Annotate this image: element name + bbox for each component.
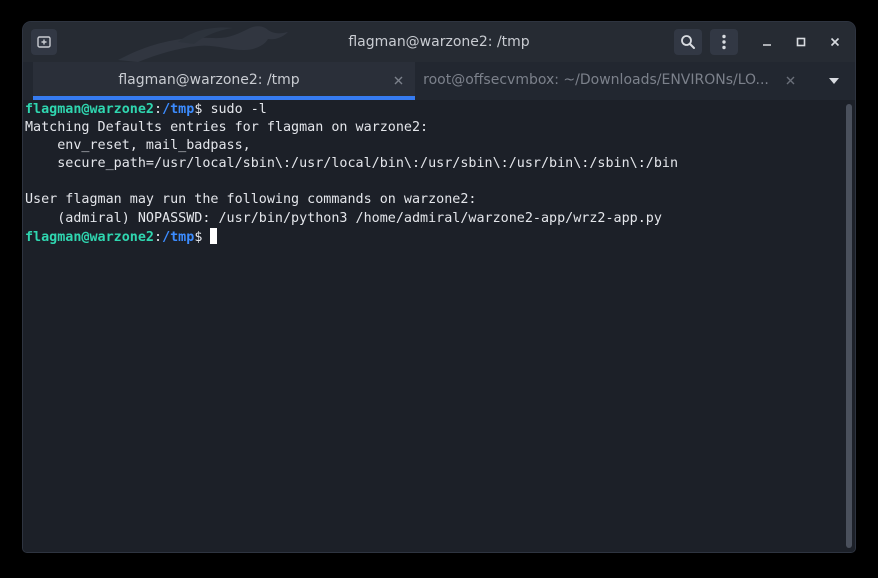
prompt-user-host: flagman@warzone2 bbox=[25, 102, 154, 117]
menu-button[interactable] bbox=[710, 29, 738, 55]
prompt-colon: : bbox=[154, 102, 163, 117]
scrollbar-thumb[interactable] bbox=[846, 104, 852, 548]
output-line: env_reset, mail_badpass, bbox=[25, 138, 251, 154]
maximize-button[interactable] bbox=[787, 29, 815, 55]
tab-label: root@offsecvmbox: ~/Downloads/ENVIRONs/L… bbox=[423, 72, 769, 88]
text-cursor bbox=[210, 227, 218, 244]
prompt-path: /tmp bbox=[162, 229, 195, 245]
output-line: Matching Defaults entries for flagman on… bbox=[25, 120, 429, 136]
title-bar[interactable]: flagman@warzone2: /tmp bbox=[23, 22, 855, 62]
tab-bar: flagman@warzone2: /tmp root@offsecvmbox:… bbox=[23, 62, 855, 100]
terminal-window: flagman@warzone2: /tmp flagman@warzone2:… bbox=[23, 22, 855, 552]
tab-close-button[interactable] bbox=[783, 73, 797, 87]
scrollbar[interactable] bbox=[843, 100, 855, 552]
prompt-line: flagman@warzone2:/tmp$ sudo -l bbox=[25, 101, 678, 119]
close-icon bbox=[830, 37, 840, 47]
maximize-icon bbox=[796, 37, 806, 47]
minimize-button[interactable] bbox=[753, 29, 781, 55]
close-button[interactable] bbox=[821, 29, 849, 55]
tab-close-button[interactable] bbox=[391, 73, 405, 87]
kebab-menu-icon bbox=[722, 34, 726, 50]
tab-flagman[interactable]: flagman@warzone2: /tmp bbox=[33, 62, 415, 100]
chevron-down-icon bbox=[829, 78, 839, 84]
output-line: secure_path=/usr/local/sbin\:/usr/local/… bbox=[25, 156, 679, 172]
tab-root[interactable]: root@offsecvmbox: ~/Downloads/ENVIRONs/L… bbox=[415, 62, 807, 100]
close-icon bbox=[786, 76, 794, 84]
minimize-icon bbox=[763, 44, 771, 46]
prompt-symbol: $ bbox=[194, 102, 211, 117]
close-icon bbox=[394, 76, 402, 84]
prompt-symbol: $ bbox=[194, 229, 211, 245]
prompt-path: /tmp bbox=[162, 102, 195, 117]
search-button[interactable] bbox=[674, 29, 702, 55]
terminal-output[interactable]: flagman@warzone2:/tmp$ sudo -l Matching D… bbox=[23, 100, 843, 552]
tab-list-button[interactable] bbox=[823, 72, 845, 90]
prompt-user-host: flagman@warzone2 bbox=[25, 229, 154, 245]
command-text: sudo -l bbox=[210, 102, 267, 117]
prompt-colon: : bbox=[154, 229, 163, 245]
search-icon bbox=[681, 35, 695, 49]
output-line: User flagman may run the following comma… bbox=[25, 192, 477, 208]
output-line: (admiral) NOPASSWD: /usr/bin/python3 /ho… bbox=[25, 210, 662, 226]
prompt-line: flagman@warzone2:/tmp$ bbox=[25, 227, 678, 246]
terminal-text: flagman@warzone2:/tmp$ sudo -l Matching D… bbox=[25, 101, 678, 246]
tab-label: flagman@warzone2: /tmp bbox=[118, 72, 300, 88]
